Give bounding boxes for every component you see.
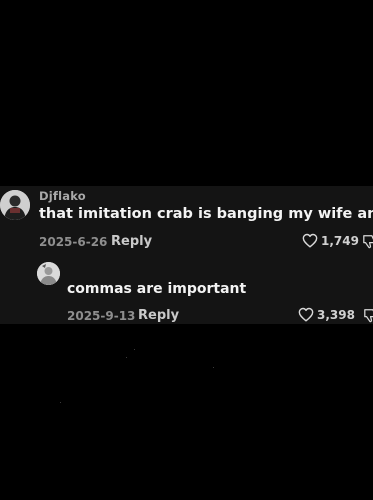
reply-text: commas are important <box>67 281 247 297</box>
reply-button[interactable]: Reply <box>138 308 179 323</box>
like-count: 3,398 <box>317 307 355 322</box>
dislike-icon <box>363 235 373 249</box>
background-speck <box>213 367 214 368</box>
comment-date: 2025-6-26 <box>39 235 108 249</box>
reply-date: 2025-9-13 <box>67 309 136 323</box>
reply-button[interactable]: Reply <box>111 234 152 249</box>
background-speck <box>134 349 135 350</box>
heart-icon <box>302 233 318 248</box>
user-avatar-icon[interactable] <box>0 190 30 220</box>
like-button[interactable]: 1,749 <box>302 233 359 248</box>
like-button[interactable]: 3,398 <box>298 307 355 322</box>
comment-username[interactable]: Djflako <box>39 189 86 203</box>
background-speck <box>60 402 61 403</box>
dislike-button[interactable] <box>362 234 373 253</box>
heart-icon <box>298 307 314 322</box>
comments-panel: Djflako that imitation crab is banging m… <box>0 186 373 324</box>
background-speck <box>126 357 127 358</box>
dislike-button[interactable] <box>363 308 373 324</box>
comment-text: that imitation crab is banging my wife a… <box>39 206 373 222</box>
like-count: 1,749 <box>321 233 359 248</box>
dislike-icon <box>364 309 373 323</box>
user-avatar-icon[interactable] <box>37 262 60 285</box>
